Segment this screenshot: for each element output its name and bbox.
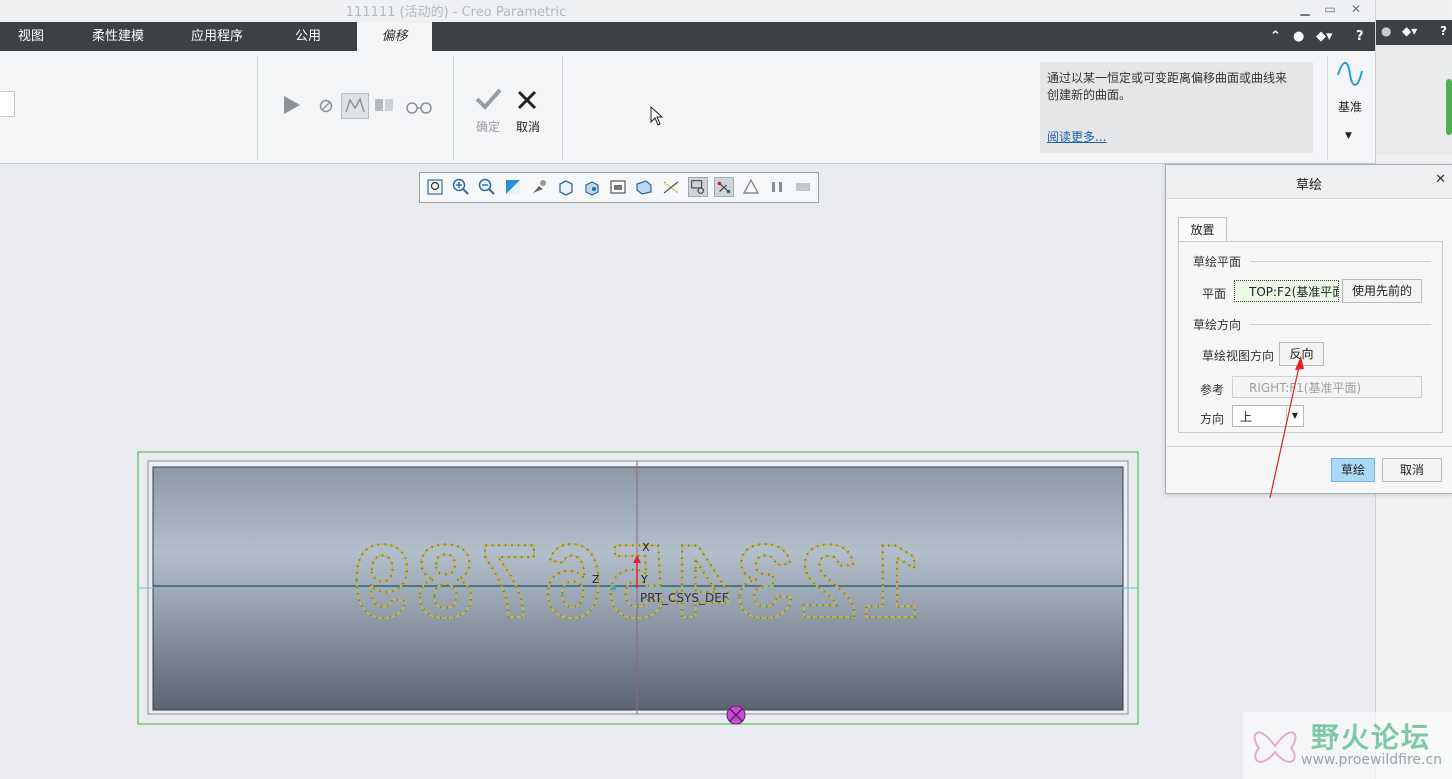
minimize-icon[interactable]: ▁ bbox=[1293, 0, 1317, 18]
saved-views-icon[interactable] bbox=[582, 177, 602, 197]
adjacent-titlebar bbox=[1383, 0, 1443, 20]
read-more-link[interactable]: 阅读更多... bbox=[1047, 128, 1106, 145]
graphics-toolbar bbox=[419, 172, 819, 203]
pause-icon[interactable] bbox=[767, 177, 787, 197]
play-icon[interactable] bbox=[282, 94, 302, 116]
tab-tools[interactable]: 公用 bbox=[295, 22, 321, 51]
direction-value: 上 bbox=[1240, 410, 1253, 424]
refit-icon[interactable] bbox=[425, 177, 445, 197]
watermark: 野火论坛 www.proewildfire.cn bbox=[1243, 712, 1452, 779]
light-bulb-icon[interactable]: ● bbox=[1293, 22, 1304, 51]
csys-z-label: Z bbox=[592, 573, 600, 586]
annotation-arrow bbox=[1269, 356, 1304, 499]
mouse-cursor-icon bbox=[650, 106, 664, 126]
pause-stop-icon[interactable] bbox=[319, 99, 333, 113]
zoom-in-icon[interactable] bbox=[451, 177, 471, 197]
perspective-icon[interactable] bbox=[634, 177, 654, 197]
sketch-view-icon[interactable] bbox=[688, 177, 708, 197]
ribbon-separator bbox=[1327, 56, 1328, 160]
ok-button-label[interactable]: 确定 bbox=[476, 118, 500, 135]
sketcher-display-icon[interactable] bbox=[714, 177, 734, 197]
datum-display-icon[interactable] bbox=[661, 177, 681, 197]
menu-bar: 视图 柔性建模 应用程序 公用 偏移 ⌃ ● ◆▾ ? bbox=[0, 22, 1375, 51]
feature-preview-icon[interactable] bbox=[373, 96, 395, 114]
adjacent-ribbon bbox=[1376, 45, 1452, 155]
help-text: 通过以某一恒定或可变距离偏移曲面或曲线来创建新的曲面。 bbox=[1047, 71, 1288, 102]
use-previous-button[interactable]: 使用先前的 bbox=[1342, 279, 1422, 303]
direction-label: 方向 bbox=[1200, 412, 1225, 426]
help-panel: 通过以某一恒定或可变距离偏移曲面或曲线来创建新的曲面。 阅读更多... bbox=[1040, 62, 1313, 153]
annotation-display-icon[interactable] bbox=[793, 177, 813, 197]
geometry-preview-icon[interactable] bbox=[341, 93, 369, 119]
view-manager-icon[interactable] bbox=[608, 177, 628, 197]
help-icon[interactable]: ? bbox=[1440, 24, 1447, 38]
chevron-down-icon[interactable]: ▼ bbox=[1345, 131, 1352, 141]
engraved-text-points: 123456789 bbox=[347, 524, 922, 640]
tab-applications[interactable]: 应用程序 bbox=[191, 22, 243, 51]
engraved-text-group: 123456789 123456789 bbox=[346, 523, 923, 641]
cancel-button[interactable]: 取消 bbox=[1382, 458, 1442, 482]
close-icon[interactable]: ✕ bbox=[1344, 0, 1368, 18]
triangle-warning-icon[interactable] bbox=[741, 177, 761, 197]
adjacent-menubar: ● ◆▾ ? bbox=[1376, 20, 1452, 45]
datum-curve-icon[interactable] bbox=[1336, 61, 1364, 87]
section-sketch-plane: 草绘平面 bbox=[1193, 255, 1242, 269]
maximize-icon[interactable]: ▭ bbox=[1318, 0, 1342, 18]
plane-field[interactable]: TOP:F2(基准平面 bbox=[1234, 280, 1339, 302]
reference-label: 参考 bbox=[1200, 383, 1225, 397]
csys-x-label: X bbox=[642, 541, 650, 554]
tab-view[interactable]: 视图 bbox=[18, 22, 44, 51]
csys-origin-point bbox=[611, 585, 617, 591]
display-style-icon[interactable] bbox=[556, 177, 576, 197]
progress-indicator bbox=[1446, 79, 1452, 135]
check-icon[interactable] bbox=[474, 87, 502, 111]
tab-offset[interactable]: 偏移 bbox=[357, 22, 432, 51]
ribbon: 确定 取消 通过以某一恒定或可变距离偏移曲面或曲线来创建新的曲面。 阅读更多..… bbox=[0, 51, 1375, 164]
zoom-out-icon[interactable] bbox=[477, 177, 497, 197]
appearance-icon[interactable] bbox=[529, 177, 549, 197]
csys-y-label: Y bbox=[640, 573, 648, 586]
sketch-button[interactable]: 草绘 bbox=[1331, 458, 1375, 482]
ribbon-separator bbox=[562, 56, 563, 160]
title-bar: 111111 (活动的) - Creo Parametric ▁ ▭ ✕ bbox=[0, 0, 1375, 22]
graduation-cap-icon[interactable]: ◆▾ bbox=[1316, 22, 1333, 51]
model-viewport[interactable]: 123456789 123456789 X Y Z PRT_CSYS_DEF bbox=[130, 445, 1142, 730]
csys-name-label: PRT_CSYS_DEF bbox=[640, 591, 729, 605]
plane-label: 平面 bbox=[1202, 287, 1227, 301]
graduation-cap-icon[interactable]: ◆▾ bbox=[1402, 24, 1417, 38]
window-title: 111111 (活动的) - Creo Parametric bbox=[345, 5, 567, 20]
glasses-icon[interactable] bbox=[404, 99, 434, 115]
dialog-title: 草绘 bbox=[1295, 178, 1322, 193]
chevron-up-icon[interactable]: ⌃ bbox=[1270, 22, 1281, 51]
watermark-url: www.proewildfire.cn bbox=[1301, 752, 1443, 768]
watermark-name: 野火论坛 bbox=[1311, 721, 1432, 754]
tab-placement[interactable]: 放置 bbox=[1178, 217, 1227, 242]
butterfly-logo-icon bbox=[1253, 731, 1297, 763]
section-sketch-orientation: 草绘方向 bbox=[1193, 318, 1242, 332]
datum-label[interactable]: 基准 bbox=[1338, 98, 1362, 115]
dropdown-stub[interactable] bbox=[0, 91, 15, 117]
close-icon[interactable]: ✕ bbox=[1435, 172, 1446, 187]
repaint-icon[interactable] bbox=[503, 177, 523, 197]
ribbon-separator bbox=[257, 56, 258, 160]
cancel-button-label[interactable]: 取消 bbox=[516, 118, 540, 135]
help-icon[interactable]: ? bbox=[1356, 22, 1364, 51]
close-x-icon[interactable] bbox=[517, 90, 537, 110]
light-bulb-icon[interactable]: ● bbox=[1381, 24, 1391, 38]
tab-flexible-modeling[interactable]: 柔性建模 bbox=[92, 22, 144, 51]
ribbon-separator bbox=[453, 56, 454, 160]
dialog-header: 草绘 ✕ bbox=[1166, 165, 1452, 199]
